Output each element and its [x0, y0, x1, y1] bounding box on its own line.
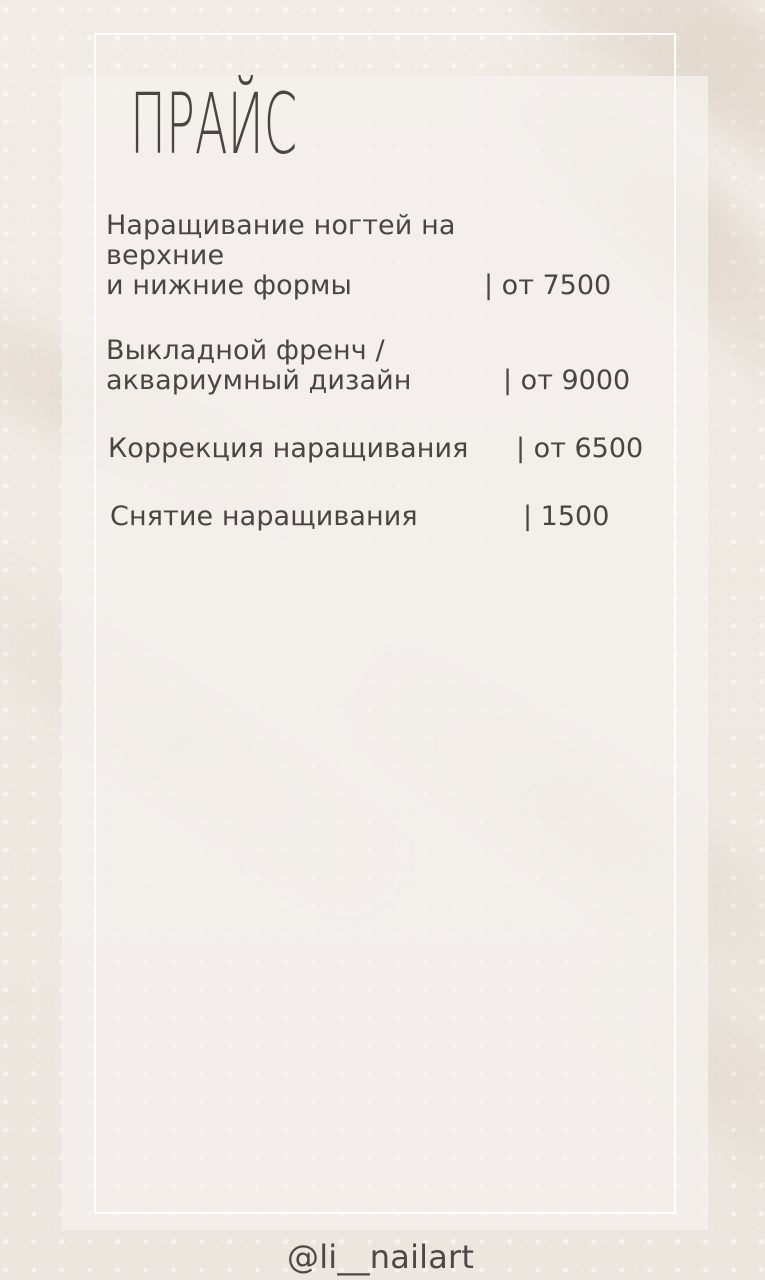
- page-title: ПРАЙС: [130, 75, 298, 173]
- service-name: Выкладной френч / аквариумный дизайн: [106, 335, 412, 396]
- service-name: Коррекция наращивания: [108, 433, 469, 464]
- service-price: | от 9000: [503, 365, 631, 396]
- service-name: Снятие наращивания: [110, 501, 418, 532]
- service-price: | от 6500: [516, 433, 644, 464]
- instagram-handle: @li__nailart: [287, 1238, 475, 1276]
- service-price: | 1500: [523, 501, 610, 532]
- service-price: | от 7500: [484, 270, 612, 301]
- service-name: Наращивание ногтей на верхние и нижние ф…: [106, 210, 456, 301]
